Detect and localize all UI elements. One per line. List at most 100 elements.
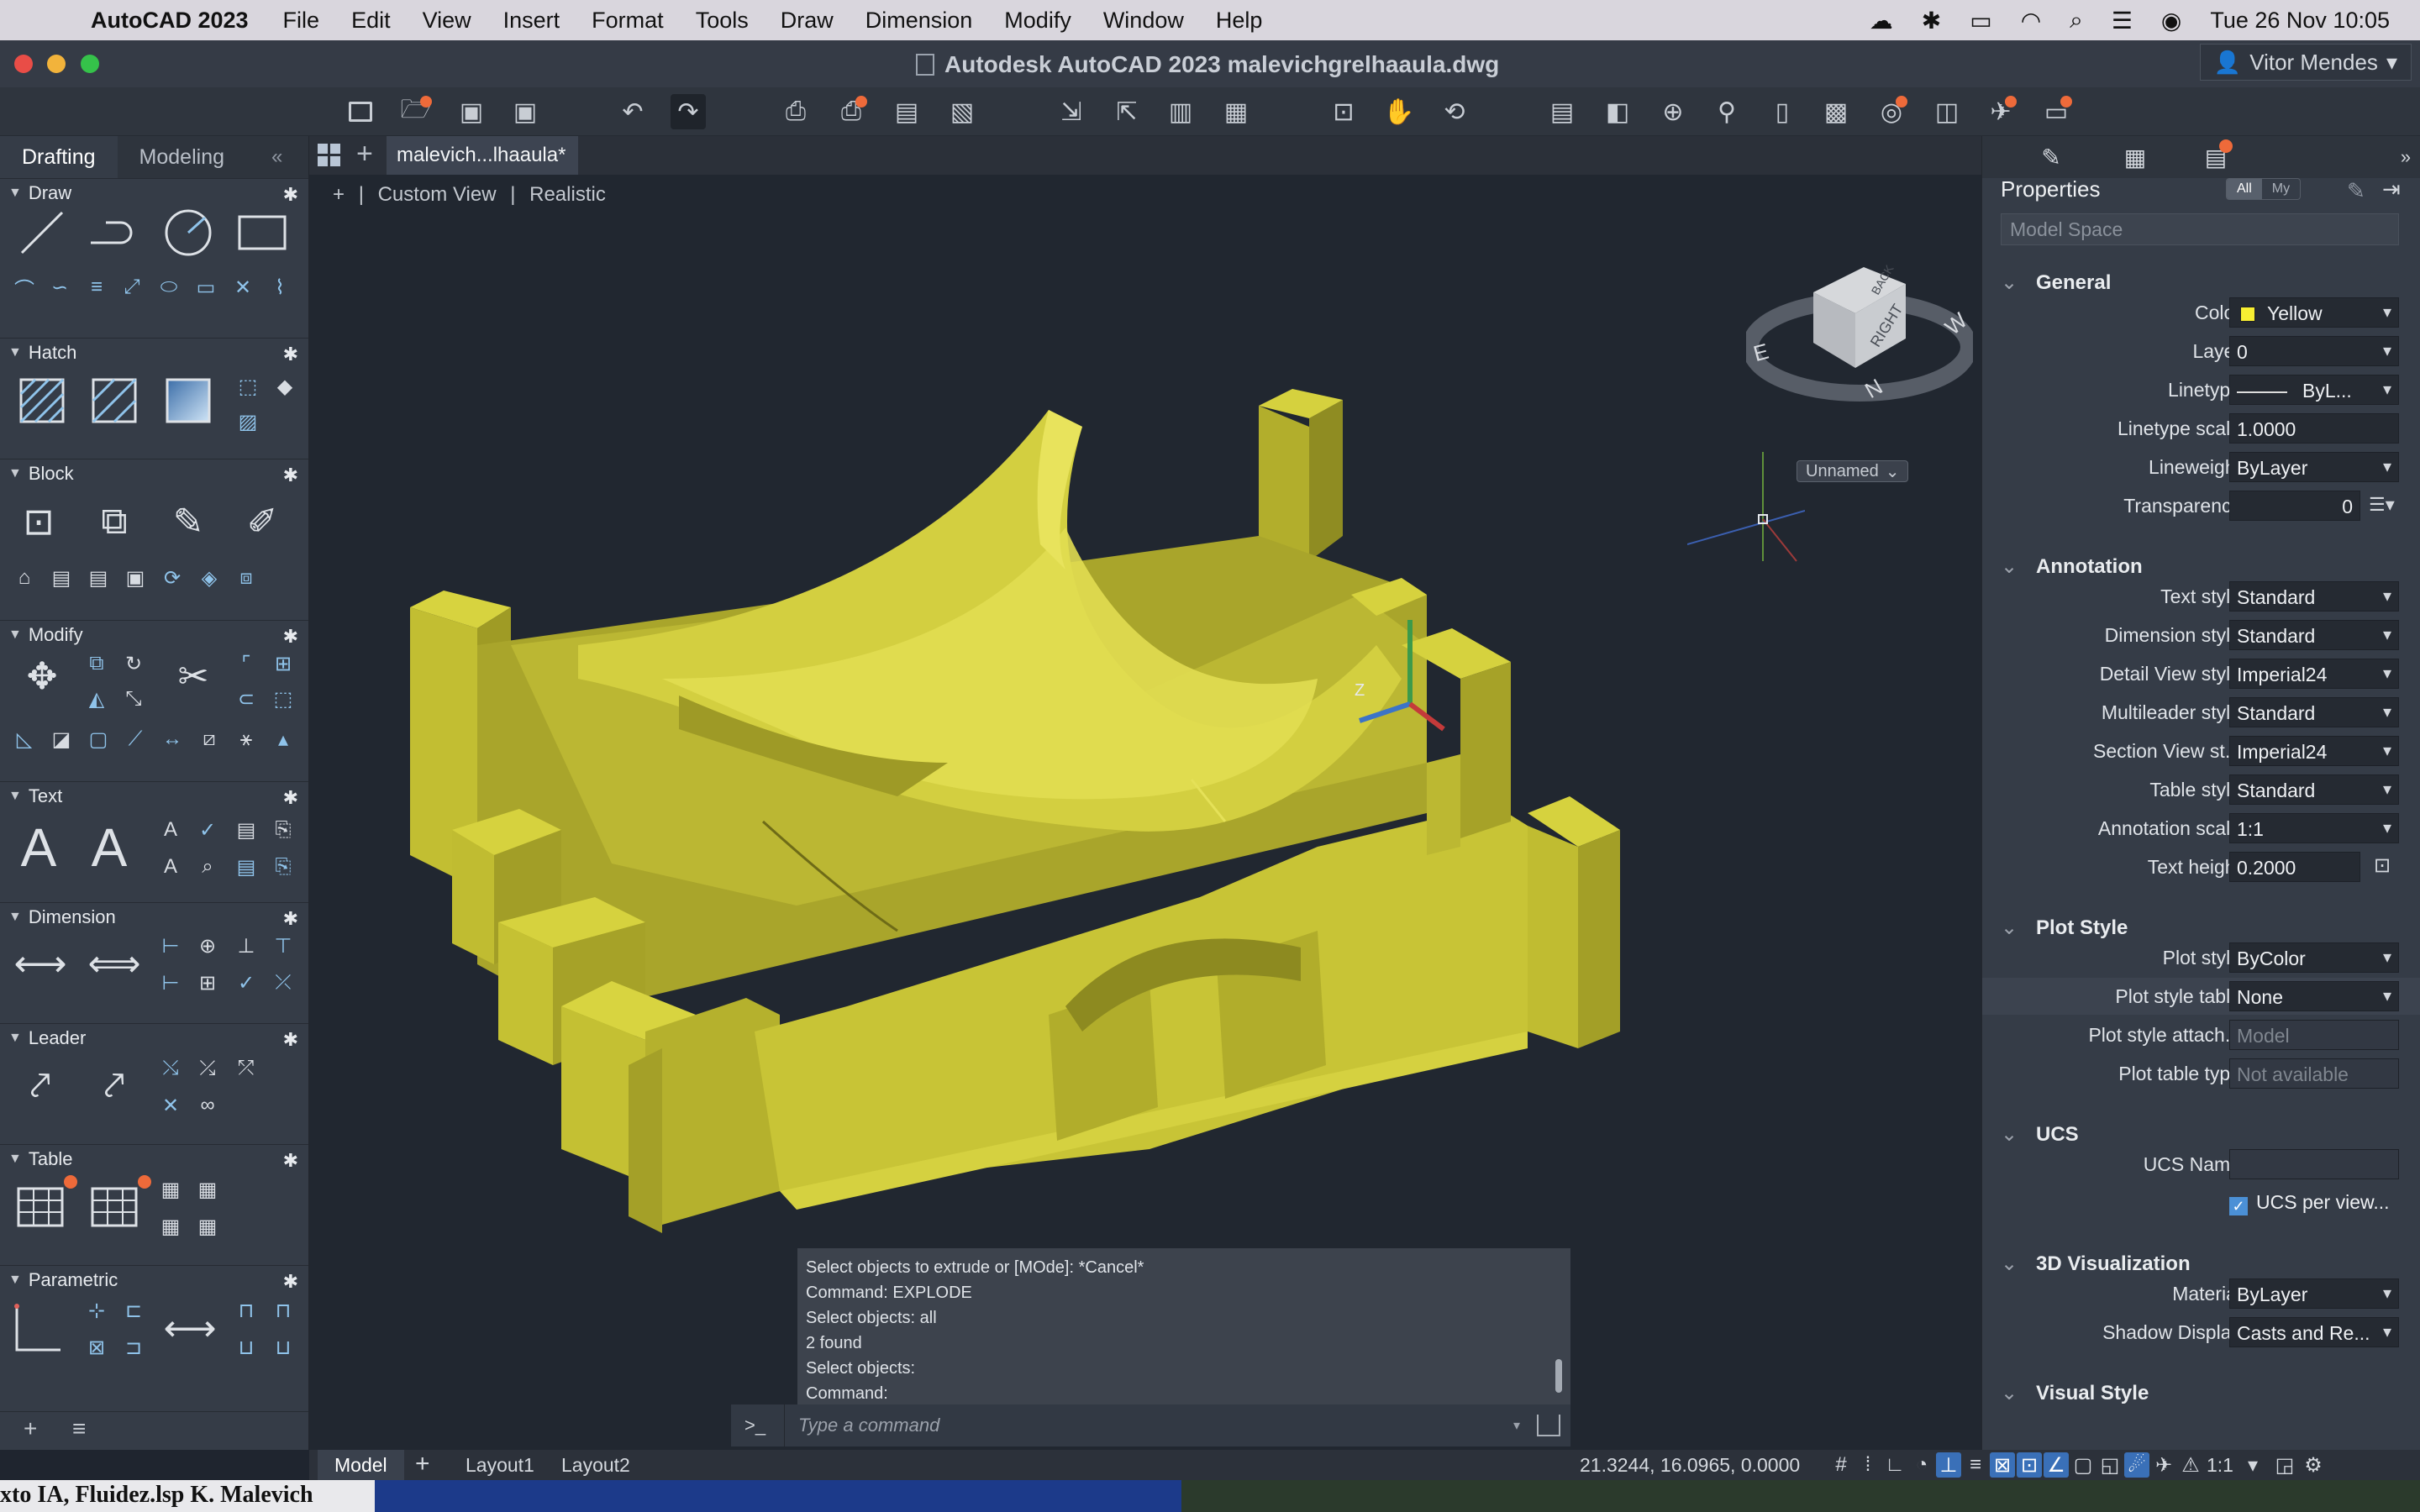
otrack-icon[interactable]: ∠ <box>2044 1452 2069 1478</box>
table-style-dropdown[interactable]: Standard <box>2229 774 2399 805</box>
block-section-header[interactable]: ▼ Block ✱ <box>0 459 308 488</box>
multileader-icon[interactable]: ⤤ <box>15 1061 66 1111</box>
gradient-tool-icon[interactable] <box>163 375 213 426</box>
pan-tool[interactable]: ✋ <box>1381 94 1417 129</box>
group-plot-style[interactable]: Plot Style <box>2001 916 2128 940</box>
ray-tool-icon[interactable]: ⤢ <box>118 273 146 302</box>
find-replace-icon[interactable]: ⌕ <box>193 853 222 881</box>
start-grid-icon[interactable] <box>318 144 341 167</box>
geometric-constraint-icon[interactable] <box>13 1303 64 1353</box>
snap-icon[interactable]: ⁞ <box>1855 1452 1881 1478</box>
erase-tool-icon[interactable]: ◪ <box>47 725 76 753</box>
minimize-window-button[interactable] <box>47 55 66 73</box>
user-account-button[interactable]: 👤 Vitor Mendes ▾ <box>2199 44 2412 81</box>
export-history-icon[interactable] <box>1537 1415 1560 1436</box>
batch-plot-button[interactable]: ⎙ <box>834 94 869 129</box>
linetype-dropdown[interactable]: ByL... <box>2229 375 2399 405</box>
annotation-scale-icon[interactable]: ⚠ <box>2178 1452 2203 1478</box>
menu-edit[interactable]: Edit <box>351 8 391 34</box>
parameters-manager-icon[interactable]: ⊔ <box>269 1333 297 1362</box>
link-data-icon[interactable]: ▦ <box>193 1175 222 1204</box>
network-button[interactable]: ▦ <box>1218 94 1254 129</box>
pdf-text-icon[interactable]: ⎘ <box>269 816 297 844</box>
filter-toggle[interactable]: All My <box>2226 178 2302 200</box>
group-ucs[interactable]: UCS <box>2001 1122 2079 1147</box>
selection-dropdown[interactable]: Model Space <box>2001 213 2399 245</box>
table-export-icon[interactable]: ▦ <box>193 1212 222 1241</box>
bluetooth-icon[interactable]: ✱ <box>1922 7 1941 34</box>
move-tool-icon[interactable]: ✥ <box>17 651 67 701</box>
hatch-section-header[interactable]: ▼ Hatch ✱ <box>0 339 308 367</box>
block-attribute-icon[interactable]: ▤ <box>47 564 76 592</box>
tolerance-icon[interactable]: ⊞ <box>193 969 222 997</box>
leader-section-header[interactable]: ▼ Leader ✱ <box>0 1024 308 1053</box>
text-section-header[interactable]: ▼ Text ✱ <box>0 782 308 811</box>
region-tool-icon[interactable]: ◆ <box>271 372 299 401</box>
command-input[interactable]: Type a command <box>798 1415 1513 1436</box>
rotate-tool-icon[interactable]: ↻ <box>119 649 148 678</box>
text-align-icon[interactable]: A <box>156 853 185 881</box>
scale-readout[interactable]: 1:1 <box>2207 1454 2233 1477</box>
dimensional-constraint-icon[interactable]: ⟷ <box>163 1303 216 1353</box>
coordinates-readout[interactable]: 21.3244, 16.0965, 0.0000 <box>1580 1454 1800 1477</box>
share-button[interactable]: ▥ <box>1163 94 1198 129</box>
zoom-window-tool[interactable]: ⊡ <box>1326 94 1361 129</box>
menu-window[interactable]: Window <box>1103 8 1184 34</box>
multileader-style-dropdown[interactable]: Standard <box>2229 697 2399 727</box>
save-as-button[interactable]: ▣ <box>508 94 543 129</box>
add-leader-icon[interactable]: ⤯ <box>156 1054 185 1083</box>
creative-cloud-icon[interactable]: ☁ <box>1870 7 1893 34</box>
scale-tool-icon[interactable]: ⤡ <box>119 685 148 713</box>
lineweight-icon[interactable]: ≡ <box>1963 1452 1988 1478</box>
viewcube[interactable]: RIGHT BACK E N W <box>1746 242 1973 402</box>
grid-icon[interactable]: # <box>1828 1452 1854 1478</box>
workspace-icon[interactable]: ▾ <box>2240 1452 2265 1478</box>
layer-button[interactable]: ◧ <box>1600 94 1635 129</box>
array-tool-icon[interactable]: ⊞ <box>269 649 297 678</box>
zoom-window-button[interactable] <box>81 55 99 73</box>
plot-style-dropdown[interactable]: ByColor <box>2229 942 2399 973</box>
render-button[interactable]: ▩ <box>1818 94 1854 129</box>
spline-tool-icon[interactable]: ∽ <box>45 273 74 302</box>
properties-tab-icon[interactable]: ✎ <box>2036 143 2066 171</box>
align-tool-icon[interactable]: ◺ <box>10 725 39 753</box>
3d-osnap-icon[interactable]: ⊡ <box>2017 1452 2042 1478</box>
join-tool-icon[interactable]: ↔ <box>158 725 187 753</box>
fix-icon[interactable]: ⊐ <box>119 1333 148 1362</box>
menu-format[interactable]: Format <box>592 8 664 34</box>
menu-modify[interactable]: Modify <box>1004 8 1071 34</box>
layer-dropdown[interactable]: 0 <box>2229 336 2399 366</box>
block-palette-icon[interactable]: ⧈ <box>232 564 260 592</box>
menu-insert[interactable]: Insert <box>503 8 560 34</box>
model-tab[interactable]: Model <box>318 1450 404 1480</box>
multiline-tool-icon[interactable]: ≡ <box>82 273 111 302</box>
collapse-left-icon[interactable]: « <box>271 145 282 169</box>
block-editor-icon[interactable]: ▤ <box>84 564 113 592</box>
coincident-icon[interactable]: ⊹ <box>82 1296 111 1325</box>
view-manager-button[interactable]: ◎ <box>1874 94 1909 129</box>
aligned-dimension-icon[interactable]: ⊢ <box>156 932 185 960</box>
layout1-tab[interactable]: Layout1 <box>466 1454 534 1477</box>
boundary-tool-icon[interactable]: ⬚ <box>234 372 262 401</box>
text-frame-icon[interactable]: ▤ <box>232 853 260 881</box>
text-style-icon[interactable]: A <box>84 817 134 878</box>
export-button[interactable]: ⇱ <box>1109 94 1144 129</box>
attach-button[interactable]: ⚲ <box>1709 94 1744 129</box>
dimension-style-icon[interactable]: ⟺ <box>87 938 140 989</box>
menu-tools[interactable]: Tools <box>696 8 749 34</box>
spotlight-search-icon[interactable]: ⌕ <box>2070 7 2083 34</box>
control-center-icon[interactable]: ☰ <box>2112 7 2133 34</box>
hatch-tool-icon[interactable] <box>17 375 67 426</box>
write-block-icon[interactable]: ▣ <box>121 564 150 592</box>
oblique-dimension-icon[interactable]: ⤫ <box>269 969 297 997</box>
history-scrollbar[interactable] <box>1555 1359 1562 1393</box>
units-icon[interactable]: ◲ <box>2272 1452 2297 1478</box>
linear-dimension-icon[interactable]: ⟷ <box>13 938 66 989</box>
send-button[interactable]: ✈ <box>1983 94 2018 129</box>
menu-help[interactable]: Help <box>1216 8 1263 34</box>
plot-style-table-dropdown[interactable]: None <box>2229 981 2399 1011</box>
menu-draw[interactable]: Draw <box>781 8 834 34</box>
palette-menu-icon[interactable]: ≡ <box>72 1415 86 1442</box>
quick-select-icon[interactable]: ✎ <box>2347 178 2365 204</box>
find-text-icon[interactable]: ▤ <box>232 816 260 844</box>
